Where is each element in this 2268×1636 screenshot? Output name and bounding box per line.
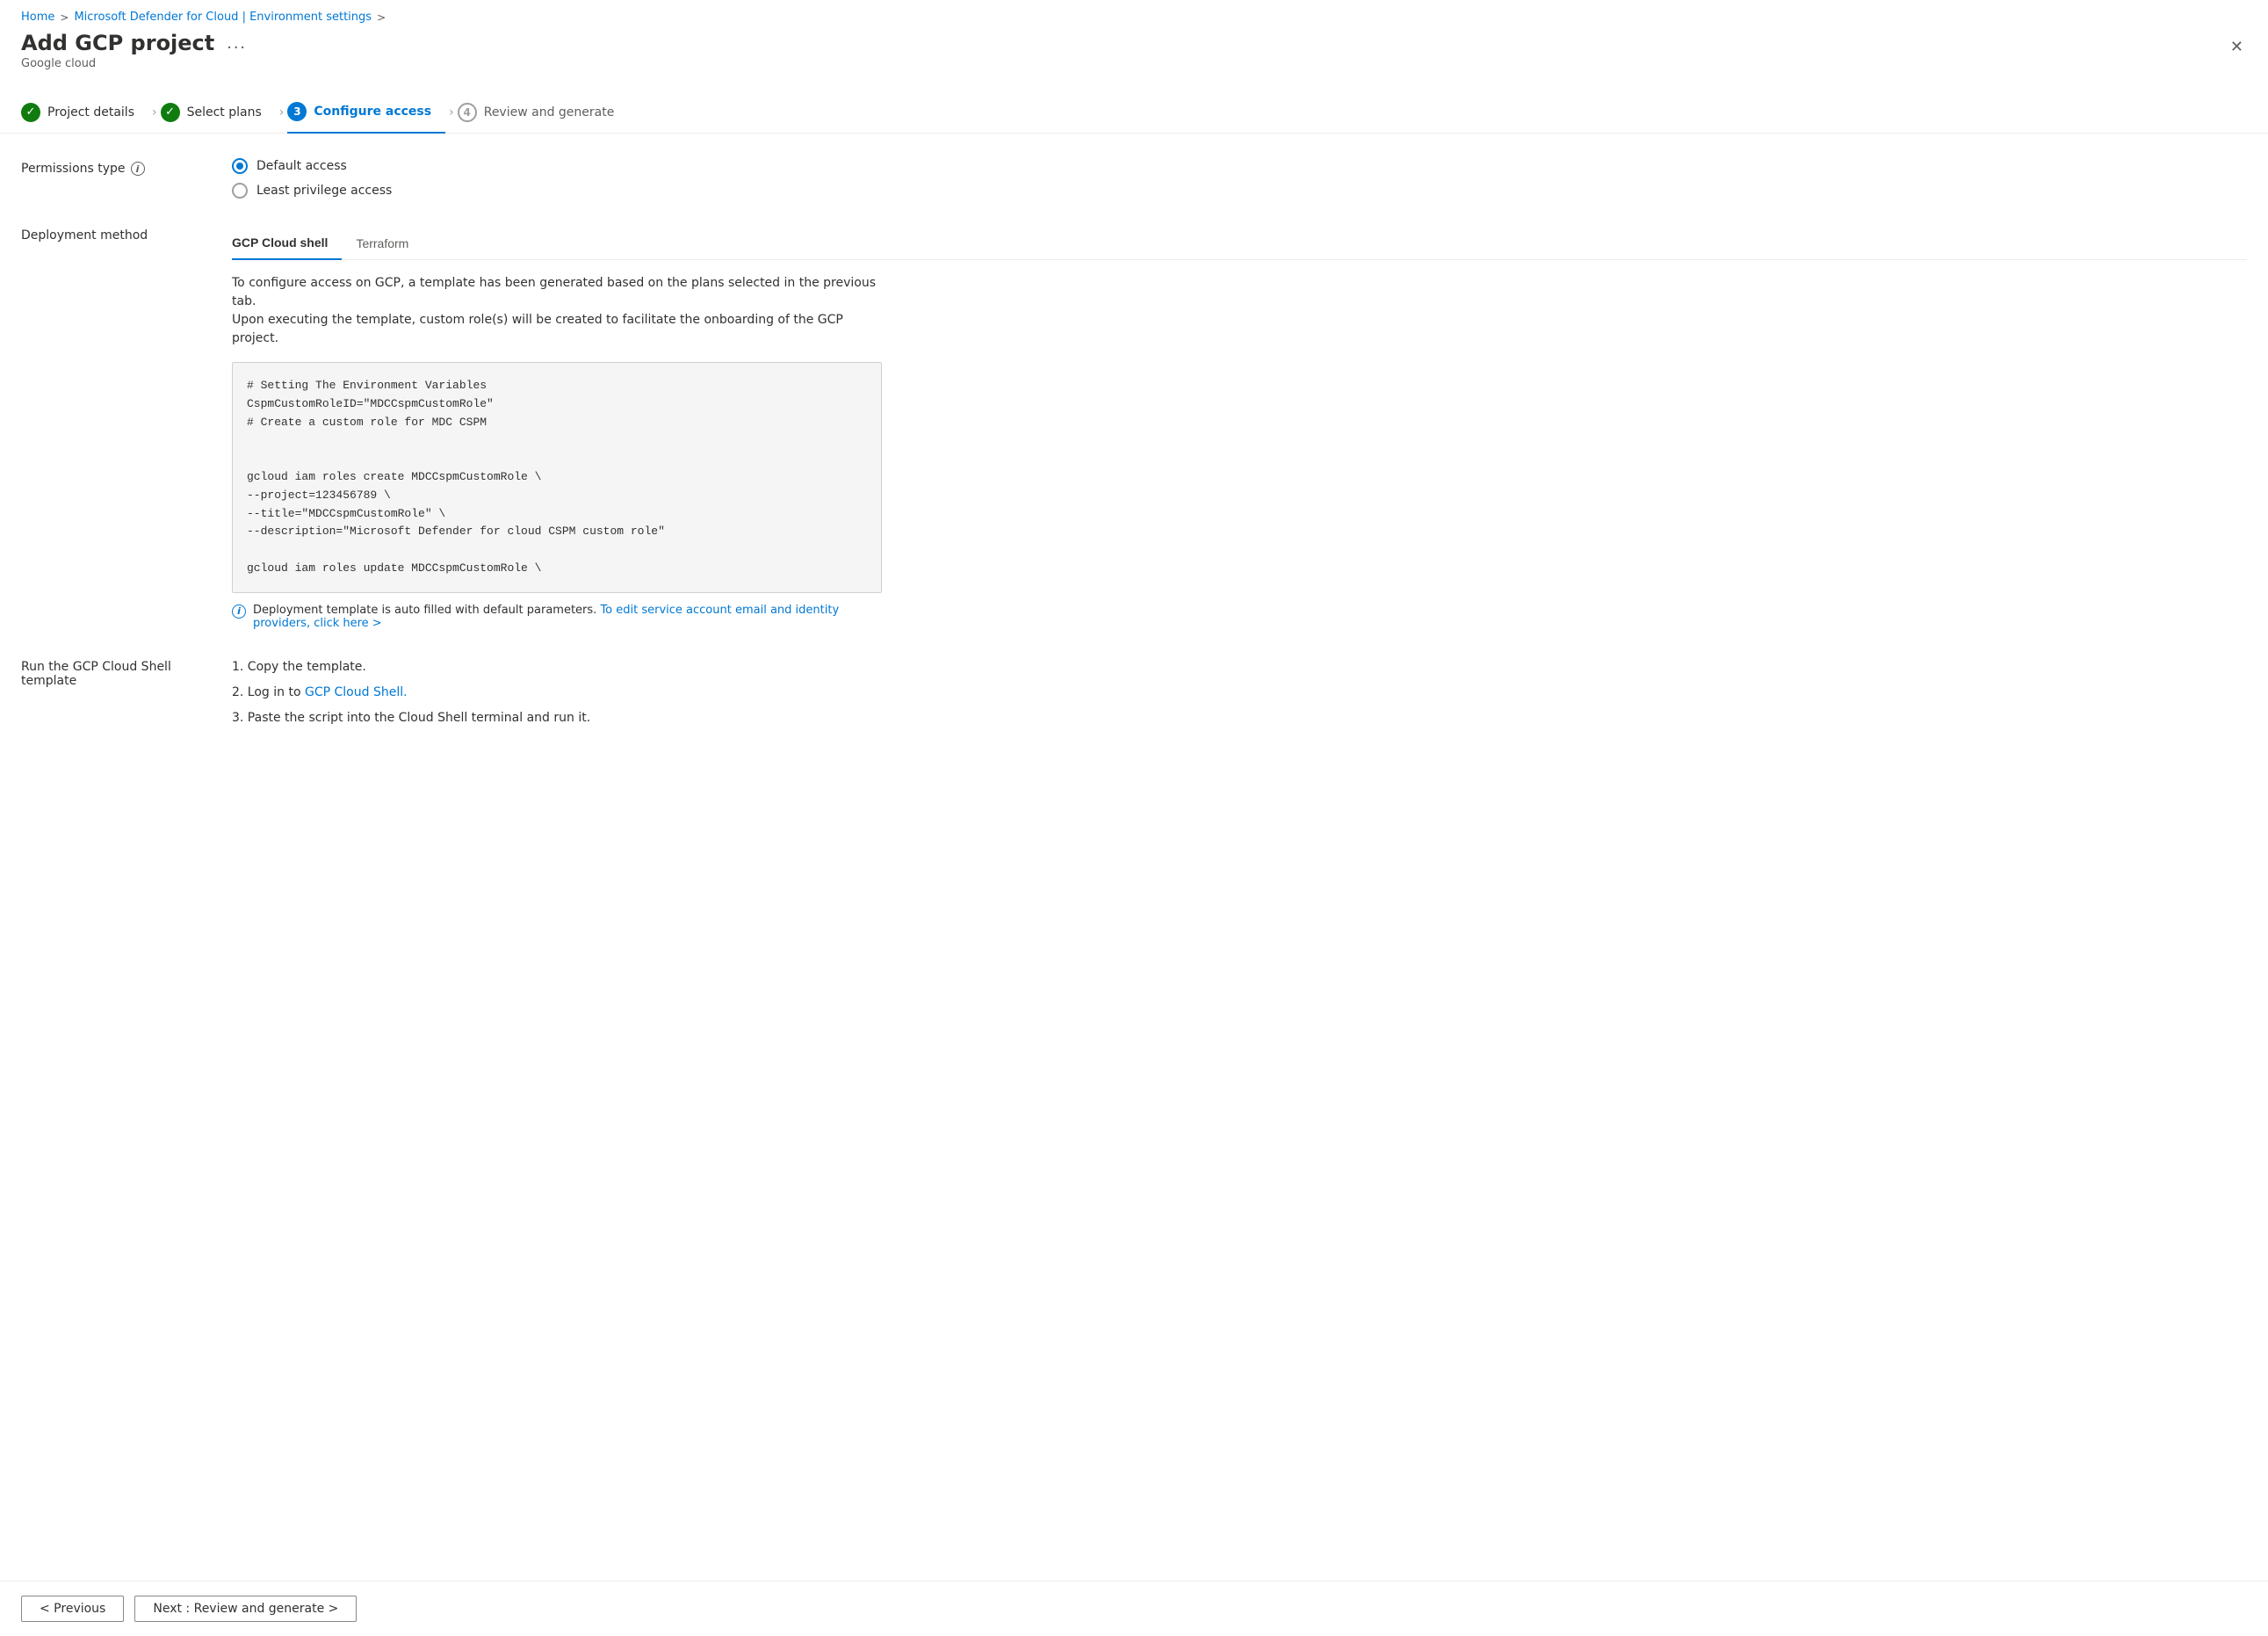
permissions-row: Permissions type i Default access Least … — [21, 158, 2247, 199]
run-template-control: 1. Copy the template. 2. Log in to GCP C… — [232, 658, 2247, 728]
run-template-label-text: Run the GCP Cloud Shelltemplate — [21, 660, 171, 688]
step-arrow-2: › — [279, 105, 285, 119]
previous-button[interactable]: < Previous — [21, 1596, 124, 1622]
close-button[interactable]: ✕ — [2227, 34, 2247, 60]
radio-least-label: Least privilege access — [256, 184, 392, 198]
page-title-text: Add GCP project — [21, 31, 214, 55]
radio-default-label: Default access — [256, 159, 347, 173]
step-2-label: Select plans — [187, 105, 262, 119]
step-arrow-1: › — [152, 105, 157, 119]
info-note-text: Deployment template is auto filled with … — [253, 604, 882, 630]
code-block[interactable]: # Setting The Environment Variables Cspm… — [232, 362, 882, 593]
page-title-block: Add GCP project ... Google cloud — [21, 31, 250, 70]
radio-default-access[interactable]: Default access — [232, 158, 2247, 174]
deployment-label: Deployment method — [21, 227, 232, 243]
step-3[interactable]: 3 Configure access — [287, 91, 445, 134]
breadcrumb: Home > Microsoft Defender for Cloud | En… — [0, 0, 2268, 31]
info-note-icon: i — [232, 604, 246, 619]
gcp-cloud-shell-link[interactable]: GCP Cloud Shell. — [305, 685, 408, 699]
instruction-3: 3. Paste the script into the Cloud Shell… — [232, 709, 2247, 728]
page-subtitle: Google cloud — [21, 57, 250, 70]
footer: < Previous Next : Review and generate > — [0, 1581, 2268, 1636]
breadcrumb-sep1: > — [60, 11, 69, 24]
step-2-circle: ✓ — [161, 103, 180, 122]
info-note-static-text: Deployment template is auto filled with … — [253, 604, 596, 617]
step-4-circle: 4 — [458, 103, 477, 122]
breadcrumb-defender[interactable]: Microsoft Defender for Cloud | Environme… — [74, 11, 372, 24]
tab-terraform[interactable]: Terraform — [356, 227, 423, 259]
run-template-label: Run the GCP Cloud Shelltemplate — [21, 658, 232, 688]
instruction-1-text: 1. Copy the template. — [232, 660, 366, 674]
radio-default-input[interactable] — [232, 158, 248, 174]
run-template-row: Run the GCP Cloud Shelltemplate 1. Copy … — [21, 658, 2247, 728]
step-arrow-3: › — [449, 105, 454, 119]
radio-least-privilege[interactable]: Least privilege access — [232, 183, 2247, 199]
main-content: Permissions type i Default access Least … — [0, 134, 2268, 1581]
ellipsis-button[interactable]: ... — [223, 33, 250, 54]
step-1-circle: ✓ — [21, 103, 40, 122]
breadcrumb-home[interactable]: Home — [21, 11, 54, 24]
step-3-label: Configure access — [314, 105, 431, 119]
instruction-2: 2. Log in to GCP Cloud Shell. — [232, 684, 2247, 702]
tab-gcp-cloud-shell[interactable]: GCP Cloud shell — [232, 227, 342, 260]
deployment-control: GCP Cloud shell Terraform To configure a… — [232, 227, 2247, 630]
radio-least-input[interactable] — [232, 183, 248, 199]
deployment-row: Deployment method GCP Cloud shell Terraf… — [21, 227, 2247, 630]
step-1[interactable]: ✓ Project details — [21, 92, 148, 133]
permissions-label-text: Permissions type — [21, 162, 126, 176]
permissions-label: Permissions type i — [21, 158, 232, 176]
step-4[interactable]: 4 Review and generate — [458, 92, 629, 133]
step-3-circle: 3 — [287, 102, 307, 121]
breadcrumb-sep2: > — [377, 11, 386, 24]
next-button[interactable]: Next : Review and generate > — [134, 1596, 357, 1622]
page-title: Add GCP project ... — [21, 31, 250, 55]
permissions-control: Default access Least privilege access — [232, 158, 2247, 199]
step-2[interactable]: ✓ Select plans — [161, 92, 276, 133]
step-1-label: Project details — [47, 105, 134, 119]
deployment-info-note: i Deployment template is auto filled wit… — [232, 604, 882, 630]
permissions-info-icon[interactable]: i — [131, 162, 145, 176]
steps-bar: ✓ Project details › ✓ Select plans › 3 C… — [0, 84, 2268, 134]
instruction-3-text: 3. Paste the script into the Cloud Shell… — [232, 711, 590, 725]
instructions-list: 1. Copy the template. 2. Log in to GCP C… — [232, 658, 2247, 728]
permissions-radio-group: Default access Least privilege access — [232, 158, 2247, 199]
deployment-label-text: Deployment method — [21, 228, 148, 243]
deployment-tabs: GCP Cloud shell Terraform — [232, 227, 2247, 260]
page-header: Add GCP project ... Google cloud ✕ — [0, 31, 2268, 84]
instruction-2-text: 2. Log in to GCP Cloud Shell. — [232, 685, 408, 699]
instruction-1: 1. Copy the template. — [232, 658, 2247, 677]
step-4-label: Review and generate — [484, 105, 615, 119]
deployment-description: To configure access on GCP, a template h… — [232, 274, 882, 348]
